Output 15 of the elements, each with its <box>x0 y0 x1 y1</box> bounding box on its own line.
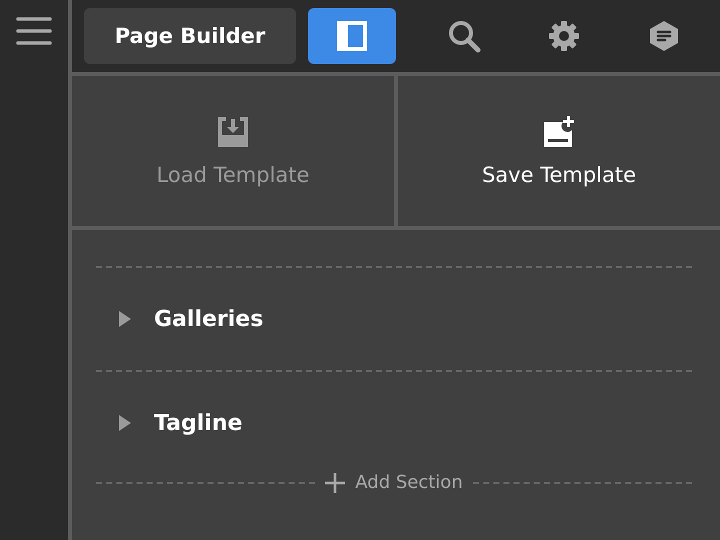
menu-icon[interactable] <box>16 16 52 46</box>
plus-icon <box>325 472 346 492</box>
add-document-icon <box>542 115 576 149</box>
expand-triangle-icon[interactable] <box>118 414 132 432</box>
add-section-button[interactable]: Add Section <box>325 472 463 493</box>
section-title[interactable]: Galleries <box>154 306 264 332</box>
panel-icon <box>336 20 368 52</box>
section-title[interactable]: Tagline <box>154 410 242 436</box>
expand-triangle-icon[interactable] <box>118 310 132 328</box>
download-tray-icon <box>216 115 250 149</box>
search-icon <box>447 19 481 53</box>
settings-icon <box>548 20 580 52</box>
notes-icon <box>649 20 679 52</box>
toolbar-button[interactable] <box>308 8 396 64</box>
page-title: Page Builder <box>84 8 296 64</box>
